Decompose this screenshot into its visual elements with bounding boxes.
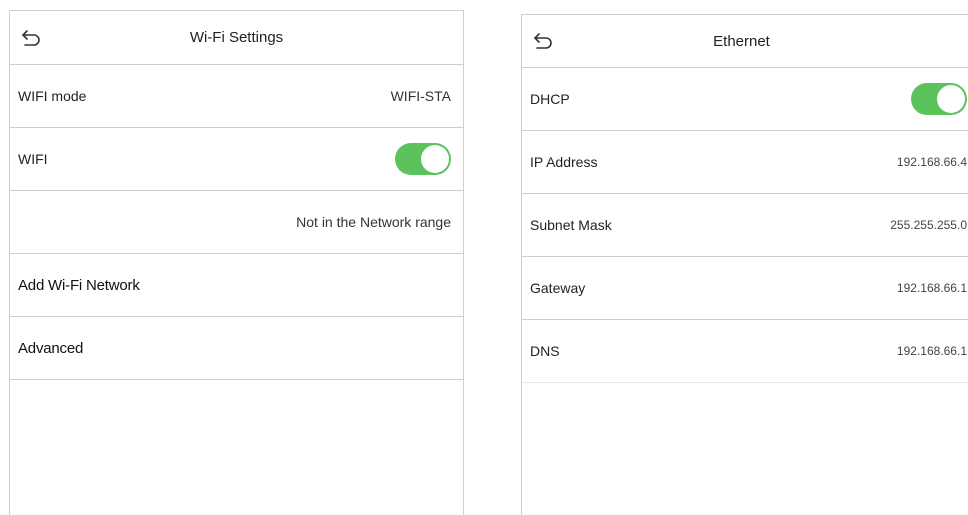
page-title: Wi-Fi Settings [189, 29, 284, 46]
subnet-mask-value: 255.255.255.0 [890, 218, 967, 232]
dns-label: DNS [530, 343, 560, 359]
ip-address-value: 192.168.66.4 [896, 155, 967, 169]
back-arrow-icon[interactable] [20, 29, 42, 47]
network-status-row: Not in the Network range [10, 191, 463, 254]
ip-address-row[interactable]: IP Address 192.168.66.4 [522, 131, 968, 194]
subnet-mask-label: Subnet Mask [530, 217, 612, 233]
wifi-mode-label: WIFI mode [18, 88, 87, 104]
add-wifi-network-label: Add Wi-Fi Network [18, 276, 140, 294]
dhcp-label: DHCP [530, 91, 570, 107]
wifi-settings-panel: Wi-Fi Settings WIFI mode WIFI-STA WIFI N… [9, 10, 464, 515]
wifi-label: WIFI [18, 151, 48, 167]
wifi-mode-value: WIFI-STA [390, 88, 451, 104]
dhcp-row: DHCP [522, 68, 968, 131]
page-title: Ethernet [713, 32, 770, 50]
toggle-knob [937, 85, 965, 113]
ip-address-label: IP Address [530, 154, 598, 170]
wifi-toggle-row: WIFI [10, 128, 463, 191]
network-status-text: Not in the Network range [296, 214, 451, 230]
dns-row[interactable]: DNS 192.168.66.1 [522, 320, 968, 383]
toggle-knob [421, 145, 449, 173]
wifi-toggle[interactable] [395, 143, 451, 175]
wifi-mode-row[interactable]: WIFI mode WIFI-STA [10, 65, 463, 128]
advanced-row[interactable]: Advanced [10, 317, 463, 380]
ethernet-panel: Ethernet DHCP IP Address 192.168.66.4 Su… [521, 14, 968, 515]
dns-value: 192.168.66.1 [896, 344, 967, 358]
dhcp-toggle[interactable] [911, 83, 967, 115]
gateway-row[interactable]: Gateway 192.168.66.1 [522, 257, 968, 320]
wifi-header: Wi-Fi Settings [10, 11, 463, 65]
advanced-label: Advanced [18, 339, 84, 357]
gateway-value: 192.168.66.1 [896, 281, 967, 295]
subnet-mask-row[interactable]: Subnet Mask 255.255.255.0 [522, 194, 968, 257]
add-wifi-network-row[interactable]: Add Wi-Fi Network [10, 254, 463, 317]
ethernet-header: Ethernet [522, 15, 968, 68]
back-arrow-icon[interactable] [532, 32, 554, 50]
gateway-label: Gateway [530, 280, 586, 296]
